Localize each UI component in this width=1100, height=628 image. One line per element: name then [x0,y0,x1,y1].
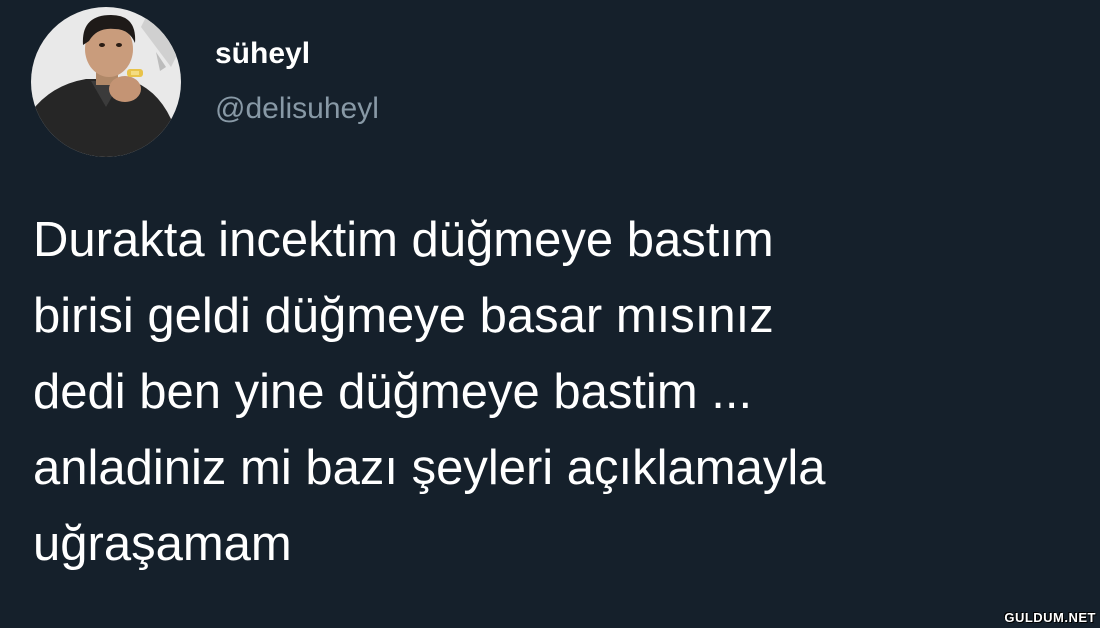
watermark: GULDUM.NET [1004,610,1096,625]
avatar-photo [31,7,181,157]
tweet-line: anladiniz mi bazı şeyleri açıklamayla [33,441,826,495]
author-display-name[interactable]: süheyl [215,37,310,71]
tweet-text: Durakta incektim düğmeye bastım birisi g… [33,202,1083,582]
tweet-line: dedi ben yine düğmeye bastim ... [33,365,753,419]
author-handle[interactable]: @delisuheyl [215,92,379,126]
tweet-line: uğraşamam [33,517,292,571]
tweet-line: Durakta incektim düğmeye bastım [33,213,774,267]
tweet-line: birisi geldi düğmeye basar mısınız [33,289,774,343]
avatar[interactable] [31,7,181,157]
